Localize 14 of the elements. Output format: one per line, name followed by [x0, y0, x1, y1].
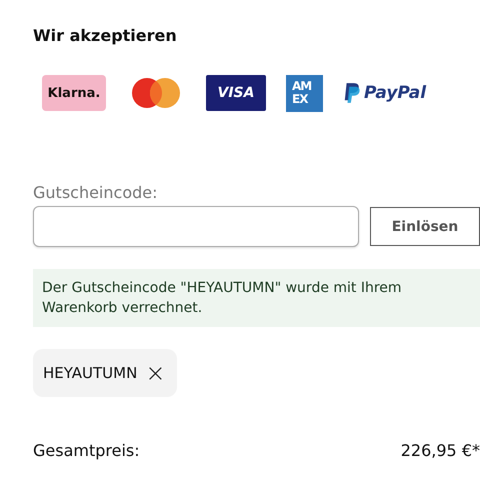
success-message: Der Gutscheincode "HEYAUTUMN" wurde mit Ihrem Warenkorb verrechnet.: [33, 269, 480, 327]
mastercard-logo: [130, 77, 182, 109]
field-label: Gutscheincode:: [33, 183, 158, 202]
coupon-code: HEYAUTUMN: [43, 364, 138, 382]
remove-button[interactable]: ×: [145, 361, 166, 385]
paypal-logo: PayPal: [343, 82, 426, 104]
redeem-button[interactable]: Einlösen: [370, 207, 480, 246]
amex-logo: AM EX: [286, 74, 323, 112]
section-heading: Wir akzeptieren: [33, 26, 177, 45]
visa-logo: VISA: [206, 75, 266, 111]
total-label: Gesamtpreis:: [33, 441, 140, 460]
total-value: 226,95 €*: [400, 441, 480, 460]
klarna-logo: Klarna.: [42, 75, 106, 111]
voucher-input-field[interactable]: [33, 206, 359, 247]
